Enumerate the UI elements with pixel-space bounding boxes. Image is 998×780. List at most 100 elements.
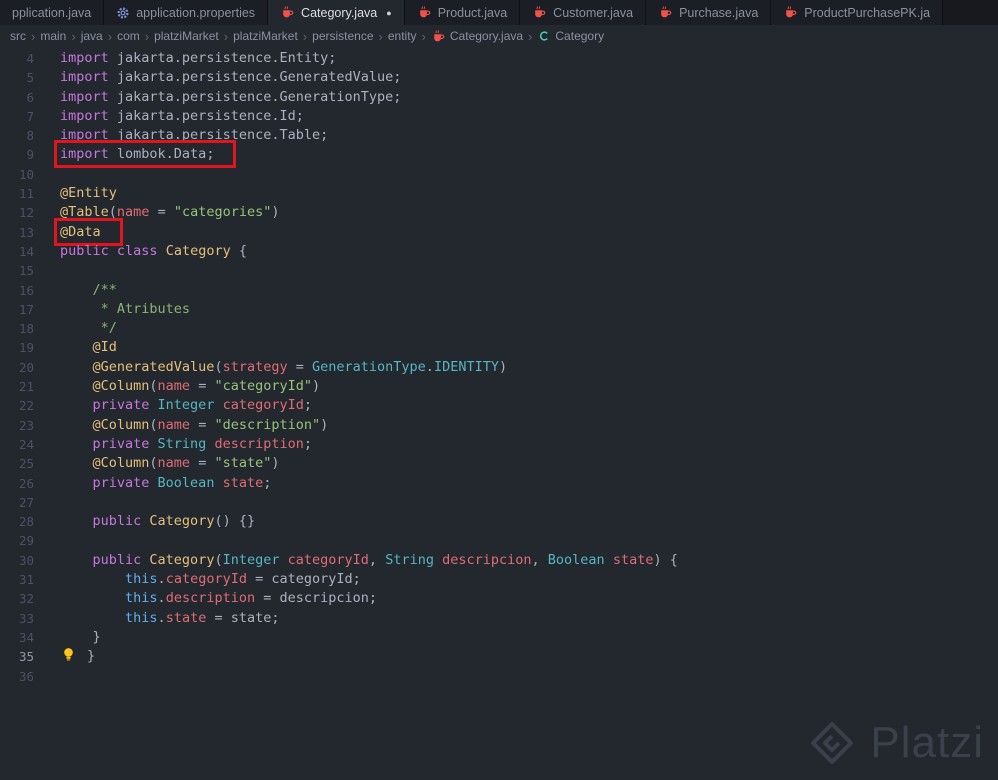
code-line[interactable]: 32 this.description = descripcion; xyxy=(0,589,998,608)
code-line[interactable]: 11 @Entity xyxy=(0,184,998,203)
code-line-content[interactable]: @Data xyxy=(54,217,123,246)
code-line-content[interactable]: } xyxy=(60,628,101,647)
code-line[interactable]: 15 xyxy=(0,261,998,280)
code-line[interactable]: 22 private Integer categoryId; xyxy=(0,396,998,415)
code-line-content[interactable]: @Column(name = "description") xyxy=(60,416,329,435)
code-line-content[interactable]: } xyxy=(60,647,95,666)
breadcrumb-item-java[interactable]: java xyxy=(81,29,103,43)
code-line-content[interactable]: public Category(Integer categoryId, Stri… xyxy=(60,551,678,570)
code-line[interactable]: 19 @Id xyxy=(0,338,998,357)
tab-product-java[interactable]: Product.java xyxy=(404,0,521,25)
code-token: , xyxy=(531,551,548,568)
breadcrumb-item-entity[interactable]: entity xyxy=(388,29,417,43)
code-token: import xyxy=(60,50,109,66)
code-line-content[interactable]: @GeneratedValue(strategy = GenerationTyp… xyxy=(60,358,508,377)
code-line-content[interactable]: * Atributes xyxy=(60,300,190,319)
code-line[interactable]: 21 @Column(name = "categoryId") xyxy=(0,377,998,396)
code-line-content[interactable]: */ xyxy=(60,319,117,338)
code-line-content[interactable]: private Boolean state; xyxy=(60,474,272,493)
code-line-content[interactable]: public Category() {} xyxy=(60,512,256,531)
code-line-content[interactable]: @Entity xyxy=(60,184,117,203)
line-number: 31 xyxy=(18,572,34,588)
java-file-icon xyxy=(431,29,446,44)
code-token: description xyxy=(165,590,256,607)
breadcrumb-item-src[interactable]: src xyxy=(10,29,26,43)
code-line-content[interactable]: @Column(name = "state") xyxy=(60,454,280,473)
code-line[interactable]: 17 * Atributes xyxy=(0,300,998,319)
tab-customer-java[interactable]: Customer.java xyxy=(520,0,647,25)
code-token: Integer xyxy=(222,551,280,568)
code-token: "description" xyxy=(214,416,321,433)
code-line[interactable]: 31 this.categoryId = categoryId; xyxy=(0,570,998,589)
code-line[interactable]: 6 import jakarta.persistence.GenerationTy… xyxy=(0,88,998,107)
code-line-content[interactable]: import jakarta.persistence.Entity; xyxy=(60,49,336,68)
breadcrumb-item-category-java[interactable]: Category.java xyxy=(431,29,523,44)
code-line-content[interactable]: import lombok.Data; xyxy=(53,140,237,169)
code-line[interactable]: 20 @GeneratedValue(strategy = Generation… xyxy=(0,358,998,377)
code-line[interactable]: 13 @Data xyxy=(0,217,998,246)
code-token: /** xyxy=(60,281,117,298)
tab-category-java[interactable]: Category.java ● xyxy=(268,0,405,25)
code-line[interactable]: 36 xyxy=(0,667,998,686)
code-line[interactable]: 10 xyxy=(0,165,998,184)
code-token: ) xyxy=(498,358,508,375)
code-line[interactable]: 14 public class Category { xyxy=(0,242,998,261)
code-line[interactable]: 9 import lombok.Data; xyxy=(0,140,998,169)
code-token: public xyxy=(60,551,142,568)
line-number: 5 xyxy=(26,70,34,86)
code-line-content[interactable]: public class Category { xyxy=(60,242,247,261)
chevron-right-icon: › xyxy=(302,28,308,44)
code-line-content[interactable]: private Integer categoryId; xyxy=(60,396,313,415)
code-line-content[interactable]: @Column(name = "categoryId") xyxy=(60,377,321,396)
breadcrumb-item-com[interactable]: com xyxy=(117,29,140,43)
code-token: class xyxy=(116,242,158,259)
code-line[interactable]: 28 public Category() {} xyxy=(0,512,998,531)
line-number: 13 xyxy=(18,224,34,240)
code-line-content[interactable]: private String description; xyxy=(60,435,313,454)
code-line[interactable]: 5 import jakarta.persistence.GeneratedVal… xyxy=(0,68,998,87)
code-line[interactable]: 16 /** xyxy=(0,281,998,300)
breadcrumb-item-persistence[interactable]: persistence xyxy=(312,29,373,43)
code-line-content[interactable]: import jakarta.persistence.GenerationTyp… xyxy=(60,88,401,107)
code-line-content[interactable]: this.description = descripcion; xyxy=(60,589,377,608)
code-line-content[interactable]: @Id xyxy=(60,338,117,357)
tab-application-properties[interactable]: application.properties xyxy=(104,0,269,25)
code-token: ; xyxy=(303,397,313,414)
code-token: this xyxy=(60,609,158,626)
code-line[interactable]: 24 private String description; xyxy=(0,435,998,454)
code-line[interactable]: 25 @Column(name = "state") xyxy=(0,454,998,473)
breadcrumb-item-main[interactable]: main xyxy=(40,29,66,43)
breadcrumb-item-platzimarket[interactable]: platziMarket xyxy=(154,29,219,43)
code-line-content[interactable]: this.categoryId = categoryId; xyxy=(60,570,361,589)
code-line[interactable]: 30 public Category(Integer categoryId, S… xyxy=(0,551,998,570)
code-line[interactable]: 18 */ xyxy=(0,319,998,338)
code-line[interactable]: 4 import jakarta.persistence.Entity; xyxy=(0,49,998,68)
line-number: 24 xyxy=(18,436,34,452)
code-token: Integer xyxy=(157,397,215,414)
code-line[interactable]: 8 import jakarta.persistence.Table; xyxy=(0,126,998,145)
code-token: public xyxy=(60,242,109,259)
tab-pplication-java[interactable]: pplication.java xyxy=(0,0,105,25)
breadcrumb-label: platziMarket xyxy=(154,29,219,43)
code-line-content[interactable]: this.state = state; xyxy=(60,609,279,628)
code-line-content[interactable]: import jakarta.persistence.Table; xyxy=(60,126,328,145)
code-line[interactable]: 26 private Boolean state; xyxy=(0,474,998,493)
tab-purchase-java[interactable]: Purchase.java xyxy=(646,0,772,25)
breadcrumb-item-category[interactable]: Category xyxy=(537,29,604,43)
code-line[interactable]: 33 this.state = state; xyxy=(0,609,998,628)
code-line[interactable]: 27 xyxy=(0,493,998,512)
line-number: 26 xyxy=(18,475,34,491)
code-line[interactable]: 29 xyxy=(0,531,998,550)
code-line[interactable]: 34 } xyxy=(0,628,998,647)
code-line-content[interactable]: import jakarta.persistence.GeneratedValu… xyxy=(60,68,401,87)
tab-productpurchasepk-ja[interactable]: ProductPurchasePK.ja xyxy=(771,0,944,25)
code-line[interactable]: 7 import jakarta.persistence.Id; xyxy=(0,107,998,126)
code-line-content[interactable]: /** xyxy=(60,281,117,300)
breadcrumb-item-platzimarket[interactable]: platziMarket xyxy=(233,29,298,43)
code-line-content[interactable]: import jakarta.persistence.Id; xyxy=(60,107,304,126)
code-line[interactable]: 35} xyxy=(0,647,998,666)
code-line[interactable]: 12 @Table(name = "categories") xyxy=(0,203,998,222)
code-line-content[interactable]: @Table(name = "categories") xyxy=(60,203,280,222)
code-line[interactable]: 23 @Column(name = "description") xyxy=(0,416,998,435)
